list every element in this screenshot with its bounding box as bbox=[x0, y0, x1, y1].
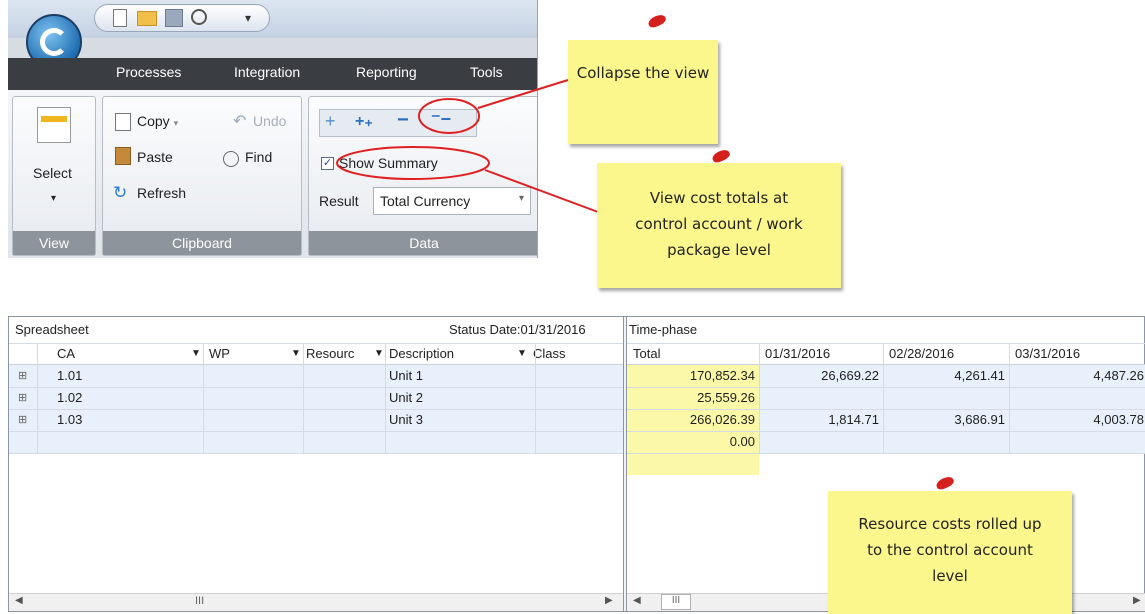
scroll-left-icon[interactable]: ◀ bbox=[15, 595, 23, 606]
clipboard-group-label: Clipboard bbox=[103, 231, 301, 255]
result-dropdown[interactable]: Total Currency ▾ bbox=[373, 187, 531, 215]
tab-integration[interactable]: Integration bbox=[234, 64, 300, 80]
find-button[interactable]: Find bbox=[245, 149, 272, 165]
chevron-down-icon: ▾ bbox=[518, 193, 524, 204]
total-cell: 266,026.39 bbox=[689, 412, 755, 427]
ribbon-tabs: Processes Integration Reporting Tools bbox=[8, 58, 537, 90]
collapse-note-text: Collapse the view bbox=[576, 64, 710, 82]
expand-row-icon[interactable]: ⊞ bbox=[18, 365, 27, 387]
select-button[interactable]: Select bbox=[33, 165, 72, 181]
show-summary-label: Show Summary bbox=[339, 155, 438, 171]
collapse-icon[interactable]: − bbox=[397, 109, 409, 132]
paste-icon bbox=[115, 147, 131, 165]
view-group-label: View bbox=[13, 231, 95, 255]
select-dropdown-icon[interactable]: ▾ bbox=[51, 193, 56, 204]
new-file-icon[interactable] bbox=[113, 9, 127, 27]
summary-note: View cost totals at control account / wo… bbox=[597, 163, 841, 288]
ribbon: ▾ Processes Integration Reporting Tools … bbox=[8, 0, 538, 258]
collapse-all-icon[interactable]: ⁻− bbox=[431, 109, 451, 130]
ca-cell: 1.02 bbox=[57, 390, 83, 405]
status-date: Status Date:01/31/2016 bbox=[449, 322, 586, 337]
result-label: Result bbox=[319, 193, 359, 209]
filter-icon[interactable]: ▼ bbox=[191, 343, 201, 365]
expand-all-icon[interactable]: +₊ bbox=[355, 111, 373, 131]
expand-row-icon[interactable]: ⊞ bbox=[18, 409, 27, 431]
total-cell: 0.00 bbox=[729, 434, 755, 449]
select-icon bbox=[37, 107, 71, 143]
timephase-title: Time-phase bbox=[629, 322, 698, 337]
search-icon[interactable] bbox=[191, 9, 207, 25]
save-icon[interactable] bbox=[165, 9, 183, 27]
title-bar bbox=[8, 0, 537, 38]
column-header-period-3[interactable]: 03/31/2016 bbox=[1015, 343, 1080, 365]
scroll-right-icon[interactable]: ▶ bbox=[605, 595, 613, 606]
column-header-wp[interactable]: WP bbox=[209, 343, 230, 365]
total-cell: 25,559.26 bbox=[697, 390, 755, 405]
refresh-icon: ↻ bbox=[113, 183, 128, 202]
column-header-ca[interactable]: CA bbox=[57, 343, 75, 365]
expand-icon[interactable]: + bbox=[325, 111, 336, 132]
data-group-label: Data bbox=[309, 231, 537, 255]
column-header-period-2[interactable]: 02/28/2016 bbox=[889, 343, 954, 365]
customize-dropdown-icon[interactable]: ▾ bbox=[245, 11, 251, 25]
scroll-right-icon[interactable]: ▶ bbox=[1133, 595, 1141, 606]
period-cell: 1,814.71 bbox=[828, 412, 879, 427]
period-cell: 4,487.26 bbox=[1093, 368, 1144, 383]
undo-icon: ↶ bbox=[233, 113, 247, 130]
description-cell: Unit 3 bbox=[389, 412, 423, 427]
open-folder-icon[interactable] bbox=[137, 11, 157, 26]
copy-icon bbox=[115, 113, 131, 131]
scroll-left-icon[interactable]: ◀ bbox=[633, 595, 641, 606]
filter-icon[interactable]: ▼ bbox=[517, 343, 527, 365]
tab-tools[interactable]: Tools bbox=[470, 64, 503, 80]
refresh-button[interactable]: Refresh bbox=[137, 185, 186, 201]
quick-access-toolbar: ▾ bbox=[94, 4, 270, 32]
tab-reporting[interactable]: Reporting bbox=[356, 64, 417, 80]
result-dropdown-value: Total Currency bbox=[380, 193, 471, 209]
total-cell: 170,852.34 bbox=[689, 368, 755, 383]
description-cell: Unit 2 bbox=[389, 390, 423, 405]
ca-cell: 1.01 bbox=[57, 368, 83, 383]
find-icon bbox=[223, 151, 239, 167]
clipboard-group: Copy ▾ ↶ Undo Paste Find ↻ Refresh Clipb… bbox=[102, 96, 302, 256]
data-group: + +₊ − ⁻− ✓ Show Summary Result Total Cu… bbox=[308, 96, 537, 256]
copy-label: Copy bbox=[137, 113, 170, 129]
period-cell: 4,261.41 bbox=[954, 368, 1005, 383]
column-header-period-1[interactable]: 01/31/2016 bbox=[765, 343, 830, 365]
pushpin-icon bbox=[710, 147, 732, 165]
column-header-resource[interactable]: Resourc bbox=[306, 343, 354, 365]
undo-button[interactable]: Undo bbox=[253, 113, 286, 129]
ca-cell: 1.03 bbox=[57, 412, 83, 427]
column-header-total[interactable]: Total bbox=[633, 343, 660, 365]
collapse-note: Collapse the view bbox=[568, 40, 718, 144]
column-header-description[interactable]: Description bbox=[389, 343, 454, 365]
summary-note-text: View cost totals at control account / wo… bbox=[635, 189, 803, 259]
view-group: Select ▾ View bbox=[12, 96, 96, 256]
scroll-thumb[interactable]: III bbox=[661, 594, 691, 610]
horizontal-scrollbar[interactable]: ◀ III ▶ bbox=[9, 593, 623, 611]
spreadsheet-title: Spreadsheet bbox=[15, 322, 89, 337]
scroll-thumb[interactable]: III bbox=[195, 595, 204, 607]
column-header-class[interactable]: Class bbox=[533, 343, 566, 365]
filter-icon[interactable]: ▼ bbox=[291, 343, 301, 365]
filter-icon[interactable]: ▼ bbox=[374, 343, 384, 365]
rollup-note: Resource costs rolled up to the control … bbox=[828, 491, 1072, 614]
period-cell: 26,669.22 bbox=[821, 368, 879, 383]
expand-row-icon[interactable]: ⊞ bbox=[18, 387, 27, 409]
pushpin-icon bbox=[646, 12, 668, 30]
tab-processes[interactable]: Processes bbox=[116, 64, 181, 80]
rollup-note-text: Resource costs rolled up to the control … bbox=[858, 515, 1042, 585]
copy-dropdown-icon: ▾ bbox=[173, 118, 179, 128]
period-cell: 3,686.91 bbox=[954, 412, 1005, 427]
copy-button[interactable]: Copy ▾ bbox=[137, 113, 178, 129]
paste-button[interactable]: Paste bbox=[137, 149, 173, 165]
period-cell: 4,003.78 bbox=[1093, 412, 1144, 427]
description-cell: Unit 1 bbox=[389, 368, 423, 383]
show-summary-checkbox[interactable]: ✓ bbox=[321, 157, 334, 170]
